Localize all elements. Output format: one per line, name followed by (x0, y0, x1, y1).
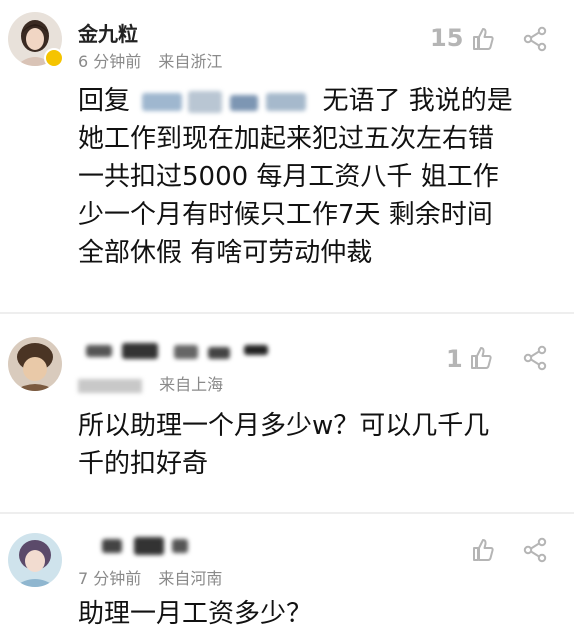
comment-meta: 6 分钟前 来自浙江 (78, 48, 234, 72)
comment-meta: 7 分钟前 来自河南 (78, 565, 234, 589)
redacted-block (102, 539, 122, 553)
redacted-mention (138, 89, 314, 115)
comment-body: 回复 无语了 我说的是 她工作到现在加起来犯过五次左右错 一共扣过5000 每月… (78, 82, 558, 272)
like-count: 15 (430, 24, 464, 52)
redacted-block (134, 537, 164, 555)
redacted-block (244, 345, 268, 355)
comment-location: 来自浙江 (158, 52, 223, 71)
redacted-block (122, 343, 158, 359)
like-count: 1 (446, 345, 463, 373)
avatar[interactable] (8, 337, 62, 391)
redacted-block (174, 345, 198, 359)
comment-time-redacted (78, 378, 142, 393)
thumbs-up-icon[interactable] (468, 345, 494, 371)
comment-line: 全部休假 有啥可劳动仲裁 (78, 238, 373, 268)
redacted-block (142, 92, 183, 111)
redacted-block (172, 539, 188, 553)
comment-line: 千的扣好奇 (78, 449, 209, 479)
divider (0, 512, 574, 514)
comment-meta: 来自上海 (78, 371, 235, 395)
username-redacted[interactable] (78, 341, 278, 365)
thumbs-up-icon[interactable] (470, 26, 496, 52)
share-icon[interactable] (522, 537, 548, 563)
comment-location: 来自上海 (159, 375, 224, 394)
comment-line: 助理一月工资多少？ (78, 599, 313, 629)
comment-item[interactable]: 来自上海 1 所以助理一个月多少w？可以几千几 千的扣好奇 (0, 315, 574, 505)
share-icon[interactable] (522, 345, 548, 371)
redacted-block (230, 94, 259, 111)
comment-line: 少一个月有时候只工作7天 剩余时间 (78, 200, 493, 230)
redacted-block (86, 345, 112, 357)
comment-time: 7 分钟前 (78, 569, 142, 588)
redacted-block (266, 92, 307, 111)
comment-body: 所以助理一个月多少w？可以几千几 千的扣好奇 (78, 407, 558, 483)
comment-line: 所以助理一个月多少w？可以几千几 (78, 411, 490, 441)
vip-badge-icon (44, 48, 64, 68)
comment-location: 来自河南 (158, 569, 223, 588)
comment-body: 助理一月工资多少？ (78, 595, 558, 633)
comment-item[interactable]: 7 分钟前 来自河南 助理一月工资多少？ (0, 515, 574, 640)
username[interactable]: 金九粒 (78, 18, 138, 47)
comment-line: 她工作到现在加起来犯过五次左右错 (78, 124, 495, 154)
redacted-block (188, 90, 223, 113)
reply-text: 无语了 我说的是 (322, 86, 513, 116)
reply-prefix: 回复 (78, 86, 131, 116)
redacted-block (208, 347, 230, 359)
comment-line: 一共扣过5000 每月工资八千 姐工作 (78, 162, 499, 192)
thumbs-up-icon[interactable] (470, 537, 496, 563)
username-redacted[interactable] (78, 535, 198, 559)
comment-line: 回复 无语了 我说的是 (78, 82, 558, 120)
comment-item[interactable]: 金九粒 6 分钟前 来自浙江 15 回复 无语了 我说的是 她工作到现在加起来犯… (0, 0, 574, 305)
comment-time: 6 分钟前 (78, 52, 142, 71)
share-icon[interactable] (522, 26, 548, 52)
divider (0, 312, 574, 314)
avatar[interactable] (8, 533, 62, 587)
